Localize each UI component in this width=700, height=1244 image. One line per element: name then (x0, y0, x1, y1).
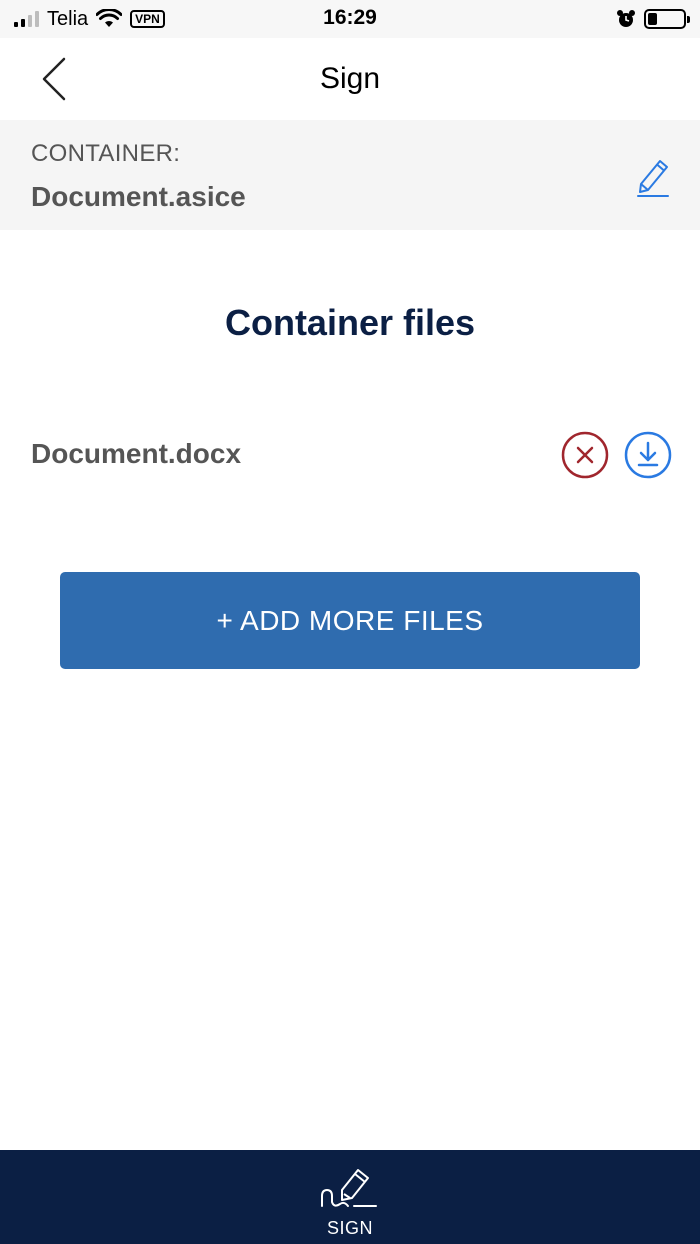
bottom-nav-bar: SIGN (0, 1150, 700, 1244)
sign-tab-label: SIGN (326, 1218, 373, 1238)
edit-container-name-button[interactable] (630, 154, 676, 200)
container-panel: CONTAINER: Document.asice (0, 120, 700, 230)
container-files-title: Container files (224, 302, 476, 343)
remove-circle-icon (561, 431, 609, 479)
signature-pen-icon (321, 1169, 377, 1207)
container-name: Document.asice (31, 181, 246, 212)
container-label: CONTAINER: (31, 140, 181, 167)
battery-icon (644, 9, 690, 29)
add-more-files-button[interactable]: + ADD MORE FILES (60, 572, 640, 669)
nav-bar: Sign (0, 38, 700, 120)
download-file-button[interactable] (622, 429, 674, 481)
file-name: Document.docx (31, 438, 242, 469)
alarm-icon (617, 10, 635, 27)
sign-tab[interactable]: SIGN (300, 1164, 400, 1242)
download-circle-icon (624, 431, 672, 479)
status-bar: Telia VPN 16:29 (0, 0, 700, 38)
status-time: 16:29 (323, 6, 377, 29)
status-right (616, 7, 690, 31)
page-title: Sign (319, 62, 381, 95)
file-row: Document.docx (0, 420, 700, 490)
pencil-icon (637, 160, 669, 197)
remove-file-button[interactable] (559, 429, 611, 481)
